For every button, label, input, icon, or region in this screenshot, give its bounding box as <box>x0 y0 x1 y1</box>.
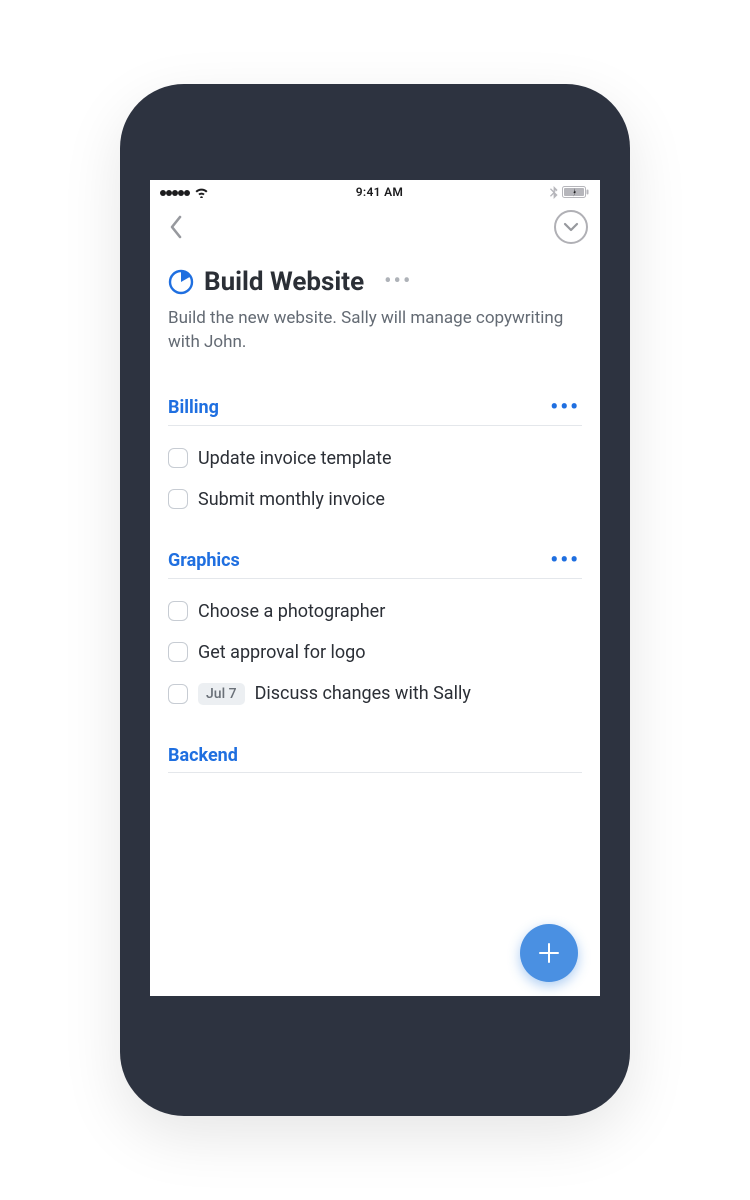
status-bar: 9:41 AM <box>150 180 600 201</box>
task-title: Choose a photographer <box>198 601 385 622</box>
nav-bar <box>150 201 600 253</box>
section-header[interactable]: Graphics ••• <box>168 550 582 579</box>
task-checkbox[interactable] <box>168 601 188 621</box>
task-row[interactable]: Submit monthly invoice <box>168 479 582 520</box>
wifi-icon <box>194 187 209 198</box>
plus-icon <box>536 940 562 966</box>
section-title: Graphics <box>168 550 240 571</box>
task-title: Discuss changes with Sally <box>255 683 471 704</box>
section-billing: Billing ••• Update invoice template Subm… <box>168 397 582 520</box>
battery-icon <box>562 186 590 198</box>
status-time: 9:41 AM <box>356 185 403 199</box>
section-more-button[interactable]: ••• <box>548 397 582 419</box>
task-checkbox[interactable] <box>168 642 188 662</box>
bluetooth-icon <box>550 186 558 199</box>
chevron-left-icon <box>169 215 183 239</box>
screen: 9:41 AM <box>150 180 600 996</box>
project-header: Build Website ••• <box>168 267 582 297</box>
task-title: Get approval for logo <box>198 642 366 663</box>
section-more-button[interactable]: ••• <box>548 550 582 572</box>
content: Build Website ••• Build the new website.… <box>150 253 600 996</box>
project-more-button[interactable]: ••• <box>380 271 416 293</box>
task-row[interactable]: Jul 7 Discuss changes with Sally <box>168 673 582 715</box>
section-header[interactable]: Billing ••• <box>168 397 582 426</box>
chevron-down-icon <box>563 222 579 232</box>
project-title: Build Website <box>204 267 364 297</box>
task-checkbox[interactable] <box>168 684 188 704</box>
task-list: Update invoice template Submit monthly i… <box>168 426 582 520</box>
project-progress-icon <box>168 269 194 295</box>
task-title: Submit monthly invoice <box>198 489 385 510</box>
add-task-fab[interactable] <box>520 924 578 982</box>
complete-toggle-button[interactable] <box>554 210 588 244</box>
project-description: Build the new website. Sally will manage… <box>168 307 582 355</box>
sections: Billing ••• Update invoice template Subm… <box>168 397 582 773</box>
section-title: Billing <box>168 397 219 418</box>
task-checkbox[interactable] <box>168 448 188 468</box>
signal-strength-icon <box>160 185 190 199</box>
section-graphics: Graphics ••• Choose a photographer Get a… <box>168 550 582 715</box>
task-row[interactable]: Update invoice template <box>168 438 582 479</box>
task-title: Update invoice template <box>198 448 392 469</box>
task-date-pill: Jul 7 <box>198 683 245 705</box>
task-row[interactable]: Choose a photographer <box>168 591 582 632</box>
section-backend: Backend <box>168 745 582 773</box>
status-right <box>550 186 590 199</box>
back-button[interactable] <box>156 207 196 247</box>
task-row[interactable]: Get approval for logo <box>168 632 582 673</box>
section-header[interactable]: Backend <box>168 745 582 773</box>
phone-frame: 9:41 AM <box>120 84 630 1116</box>
status-left <box>160 185 209 199</box>
task-list: Choose a photographer Get approval for l… <box>168 579 582 715</box>
task-checkbox[interactable] <box>168 489 188 509</box>
section-title: Backend <box>168 745 238 766</box>
